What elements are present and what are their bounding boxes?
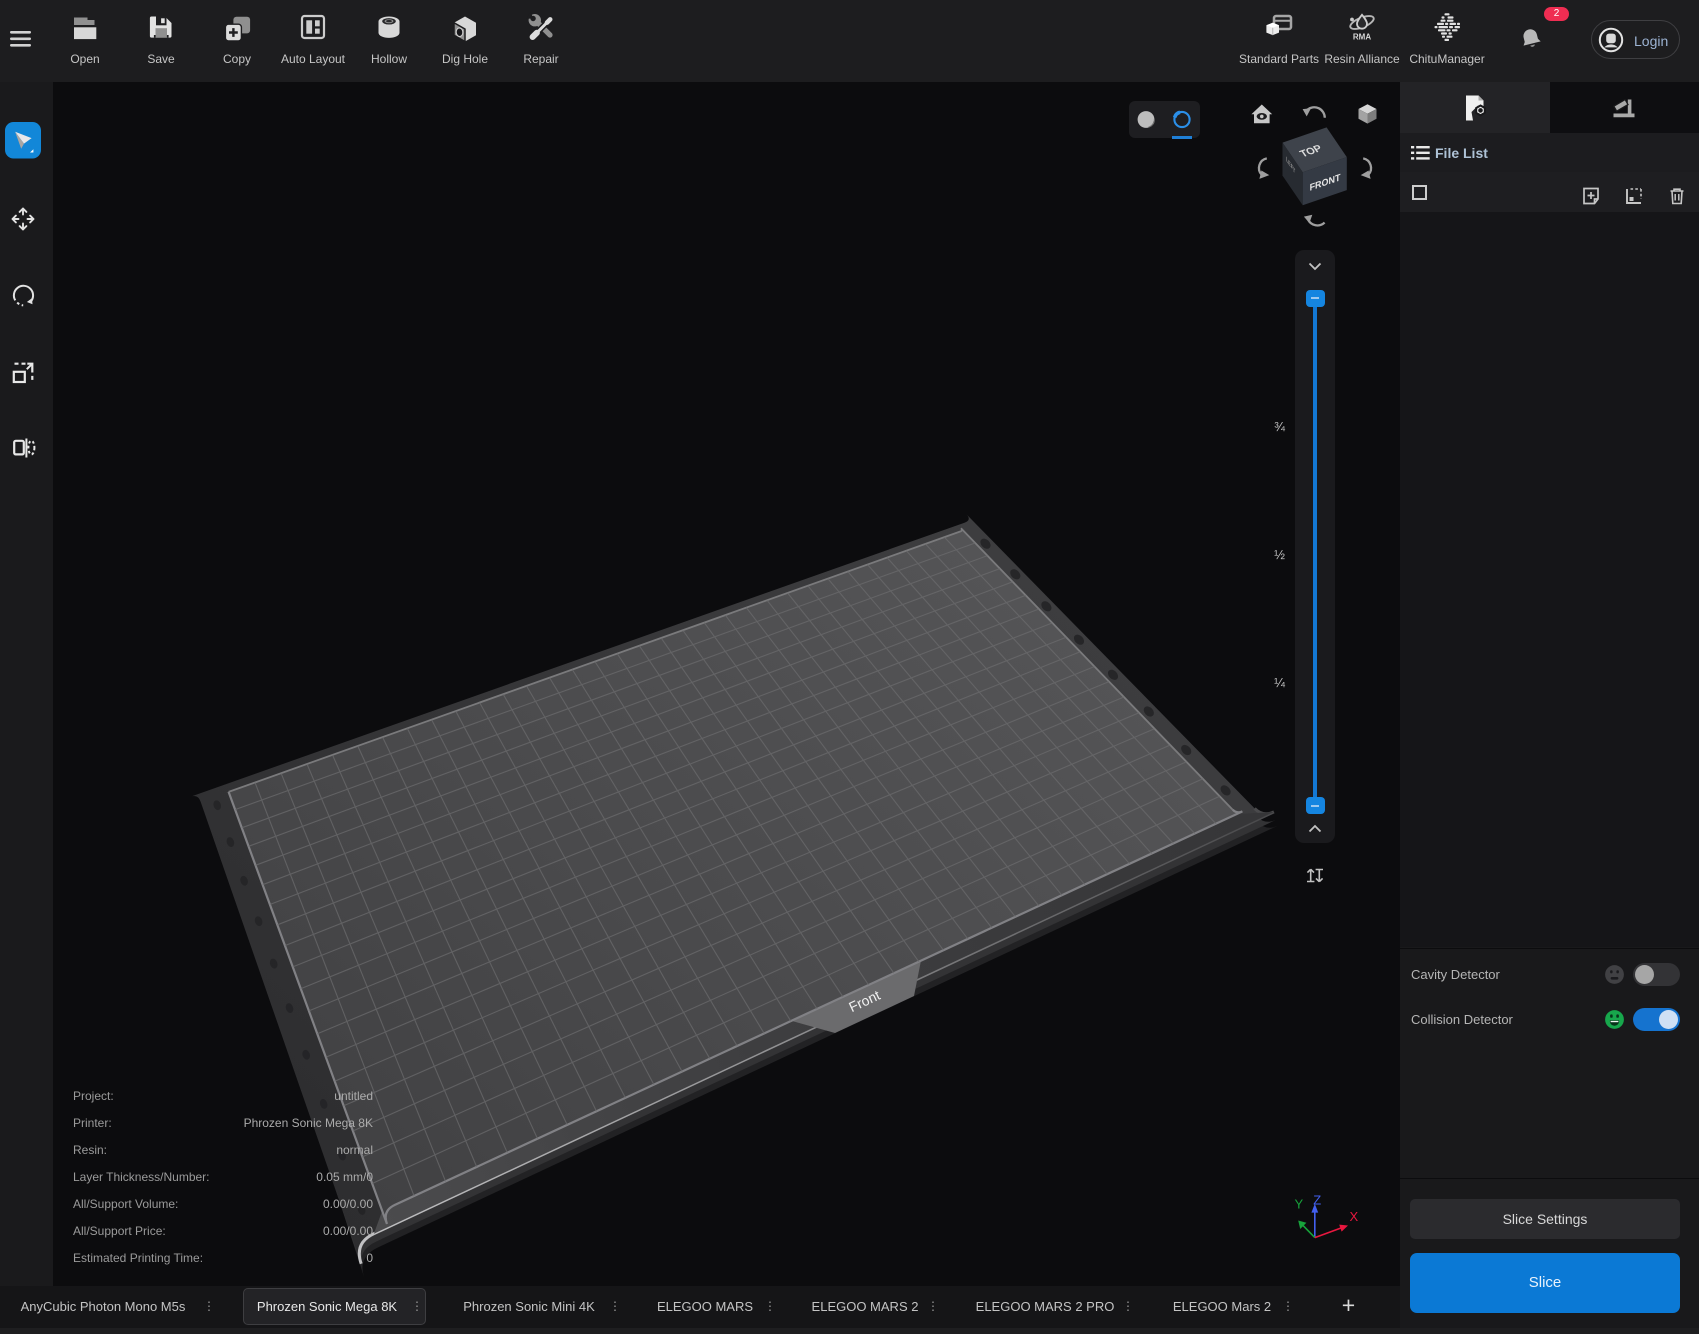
svg-text:X: X [1350, 1209, 1359, 1224]
svg-text:Y: Y [1295, 1197, 1304, 1212]
svg-text:RMA: RMA [1353, 33, 1371, 42]
svg-text:Z: Z [1313, 1193, 1321, 1208]
